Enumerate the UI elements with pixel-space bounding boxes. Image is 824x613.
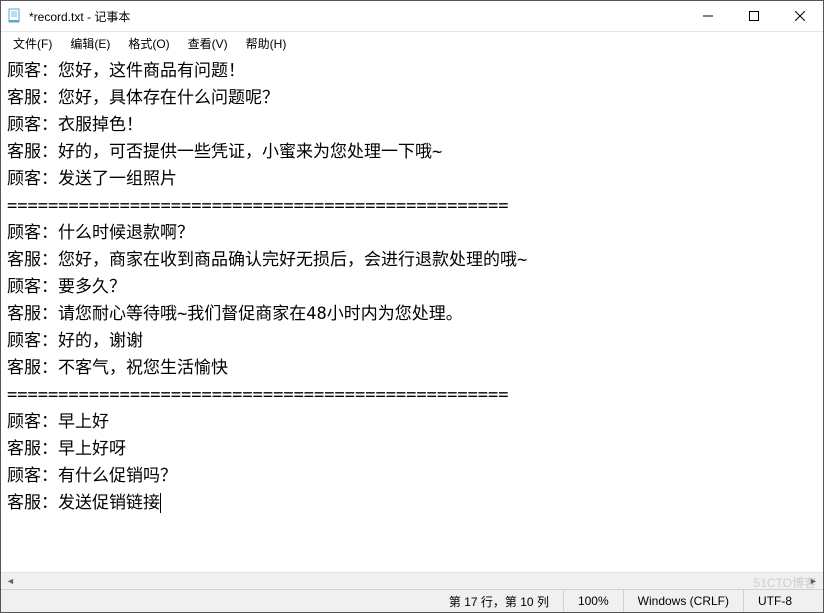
text-line: 客服：请您耐心等待哦~我们督促商家在48小时内为您处理。 [7,301,817,328]
menu-file[interactable]: 文件(F) [5,33,60,54]
text-line: ========================================… [7,382,817,409]
text-line: 客服：好的，可否提供一些凭证，小蜜来为您处理一下哦~ [7,139,817,166]
app-icon [7,8,23,24]
text-line: 顾客：发送了一组照片 [7,166,817,193]
scroll-right-icon[interactable]: ► [805,574,822,589]
scroll-left-icon[interactable]: ◄ [2,574,19,589]
menu-format[interactable]: 格式(O) [120,33,177,54]
text-line: 顾客：有什么促销吗？ [7,463,817,490]
window-title: *record.txt - 记事本 [29,8,130,25]
text-line: 客服：发送促销链接 [7,490,817,517]
menu-edit[interactable]: 编辑(E) [62,33,118,54]
menu-help[interactable]: 帮助(H) [238,33,295,54]
menubar: 文件(F) 编辑(E) 格式(O) 查看(V) 帮助(H) [1,32,823,54]
status-line-ending: Windows (CRLF) [623,590,743,612]
text-line: 顾客：您好，这件商品有问题！ [7,58,817,85]
minimize-button[interactable] [685,1,731,31]
statusbar: 第 17 行，第 10 列 100% Windows (CRLF) UTF-8 [1,589,823,612]
text-line: 客服：您好，具体存在什么问题呢？ [7,85,817,112]
text-line: 顾客：什么时候退款啊？ [7,220,817,247]
text-line: 顾客：好的，谢谢 [7,328,817,355]
status-encoding: UTF-8 [743,590,823,612]
maximize-button[interactable] [731,1,777,31]
menu-view[interactable]: 查看(V) [180,33,236,54]
text-line: 顾客：早上好 [7,409,817,436]
status-zoom: 100% [563,590,623,612]
close-button[interactable] [777,1,823,31]
horizontal-scrollbar[interactable]: ◄ ► [1,572,823,589]
text-line: 客服：不客气，祝您生活愉快 [7,355,817,382]
titlebar[interactable]: *record.txt - 记事本 [1,1,823,32]
text-line: 客服：早上好呀 [7,436,817,463]
notepad-window: *record.txt - 记事本 文件(F) 编辑(E) 格式(O) 查看(V… [0,0,824,613]
text-editor[interactable]: 顾客：您好，这件商品有问题！客服：您好，具体存在什么问题呢？顾客：衣服掉色！客服… [1,54,823,572]
text-line: 顾客：衣服掉色！ [7,112,817,139]
text-line: 顾客：要多久？ [7,274,817,301]
status-position: 第 17 行，第 10 列 [435,590,563,612]
text-line: ========================================… [7,193,817,220]
text-line: 客服：您好，商家在收到商品确认完好无损后，会进行退款处理的哦~ [7,247,817,274]
